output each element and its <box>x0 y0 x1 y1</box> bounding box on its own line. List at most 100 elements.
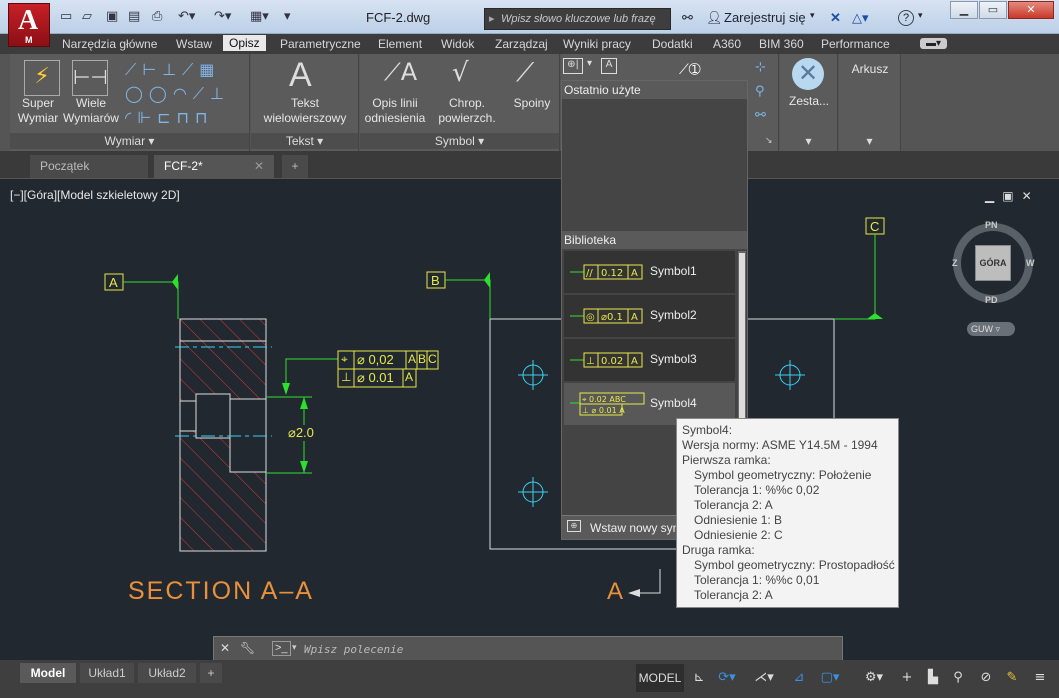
ui-lock-icon[interactable]: ▙ <box>922 664 944 692</box>
close-cmdline-icon[interactable]: ✕ <box>220 641 230 655</box>
polar-icon[interactable]: ⋌▾ <box>748 664 780 692</box>
help-dropdown-icon[interactable]: ▾ <box>918 10 923 21</box>
snap-icon[interactable]: ⟳▾ <box>712 664 742 692</box>
tab-element[interactable]: Element <box>378 37 422 51</box>
sheet-dropdown-icon[interactable]: ▾ <box>839 133 900 149</box>
customize-qat-icon[interactable]: ▾ <box>284 9 291 24</box>
gallery-item-symbol2[interactable]: ◎ ⌀0.1 A Symbol2 <box>564 295 735 337</box>
exchange-apps-icon[interactable]: ✕ <box>830 10 841 26</box>
isolate-icon[interactable]: ⚲ <box>946 664 970 692</box>
viewcube-east[interactable]: W <box>1026 258 1035 268</box>
model-space-button[interactable]: MODEL <box>636 664 684 692</box>
tab-model[interactable]: Model <box>20 663 76 683</box>
sheet-button[interactable]: Arkusz <box>841 62 899 77</box>
panel-title-wymiar[interactable]: Wymiar ▾ <box>10 133 249 149</box>
dimension-tools-row1-icon[interactable]: ⟋⊢⊥⟋▦ <box>125 60 220 80</box>
customize-cmdline-icon[interactable]: 🔧︎ <box>240 641 255 655</box>
surface-roughness-button[interactable]: Chrop. powierzch. <box>432 96 502 126</box>
tab-zarzadzaj[interactable]: Zarządzaj <box>495 37 548 51</box>
panel-title-symbol[interactable]: Symbol ▾ <box>360 133 559 149</box>
fcf-gallery-dropdown-icon[interactable]: ▾ <box>587 58 592 69</box>
expand-icon[interactable]: ▸ <box>489 12 495 25</box>
tab-opisz[interactable]: Opisz <box>223 35 266 51</box>
save-as-icon[interactable]: ▤ <box>128 9 140 24</box>
new-tab-button[interactable]: + <box>282 155 308 178</box>
binoculars-icon[interactable]: ⚯ <box>682 10 693 26</box>
dimension-tools-row2-icon[interactable]: ◯◯◠⟋⊥ <box>125 84 230 104</box>
cmd-prompt-icon[interactable]: >_ <box>272 641 291 656</box>
plot-icon[interactable]: ⎙ <box>152 9 162 24</box>
a360-icon[interactable]: △▾ <box>852 10 869 26</box>
balloon-icon[interactable]: ⟋➀ <box>679 62 701 78</box>
grid-icon[interactable]: ⊾ <box>688 664 710 692</box>
command-input[interactable] <box>304 641 824 657</box>
customize-status-icon[interactable]: ≡ <box>1028 664 1052 692</box>
signin-link[interactable]: Zarejestruj się <box>724 10 806 25</box>
plus-icon[interactable]: + <box>896 664 918 692</box>
tab-bim360[interactable]: BIM 360 <box>759 37 804 51</box>
tab-performance[interactable]: Performance <box>821 37 890 51</box>
tab-dodatki[interactable]: Dodatki <box>652 37 693 51</box>
fcf-gallery-icon[interactable]: ⊕| <box>563 58 583 74</box>
open-file-icon[interactable]: ▱ <box>82 9 92 24</box>
osnap-icon[interactable]: ⊿ <box>788 664 810 692</box>
multi-dimension-button[interactable]: Wiele Wymiarów <box>62 96 120 126</box>
settings-gear-icon[interactable]: ⚙▾ <box>856 664 892 692</box>
text-style-icon[interactable]: A <box>601 58 617 74</box>
user-icon[interactable]: 👤︎ <box>706 10 723 26</box>
viewcube-south[interactable]: PD <box>985 295 998 305</box>
close-button[interactable]: ✕ <box>1008 1 1054 19</box>
maximize-button[interactable]: ▭ <box>979 1 1007 19</box>
otrack-icon[interactable]: ▢▾ <box>812 664 848 692</box>
tab-widok[interactable]: Widok <box>441 37 474 51</box>
multiline-text-button[interactable]: Tekst wielowierszowy <box>255 96 355 126</box>
viewcube-west[interactable]: Z <box>952 258 958 268</box>
tab-layout1[interactable]: Układ1 <box>80 663 134 683</box>
svg-text:⌀0.1: ⌀0.1 <box>601 312 623 323</box>
viewcube-top-face[interactable]: GÓRA <box>975 245 1011 281</box>
application-menu-button[interactable]: A M <box>8 3 50 47</box>
gallery-item-symbol3[interactable]: ⊥ 0.02 A Symbol3 <box>564 339 735 381</box>
gallery-item-symbol1[interactable]: // 0.12 A Symbol1 <box>564 251 735 293</box>
search-input[interactable] <box>501 11 667 27</box>
tab-layout2[interactable]: Układ2 <box>138 663 196 683</box>
recent-commands-icon[interactable]: ▾ <box>292 642 297 653</box>
save-icon[interactable]: ▣ <box>106 9 118 24</box>
wcs-menu[interactable]: GUW ▿ <box>967 322 1015 336</box>
panel-launcher-icon[interactable]: ↘ <box>765 136 773 146</box>
super-dimension-button[interactable]: Super Wymiar <box>12 96 64 126</box>
datum-b-leader <box>445 279 491 319</box>
close-tab-icon[interactable]: ✕ <box>254 155 264 177</box>
tab-start[interactable]: Początek <box>30 155 148 178</box>
new-file-icon[interactable]: ▭ <box>60 9 72 24</box>
set-button[interactable]: Zesta... <box>782 94 836 109</box>
tool-row2-icon[interactable]: ⚲ <box>755 84 765 99</box>
leader-button[interactable]: Opis linii odniesienia <box>362 96 428 126</box>
redo-icon[interactable]: ↷▾ <box>214 9 231 24</box>
tab-wyniki-pracy[interactable]: Wyniki pracy <box>563 37 631 51</box>
add-layout-button[interactable]: + <box>200 663 222 683</box>
ribbon-toggle-icon[interactable]: ▬▾ <box>920 38 948 49</box>
tab-a360[interactable]: A360 <box>713 37 741 51</box>
tool-row1-icon[interactable]: ⊹ <box>755 60 766 75</box>
tab-wstaw[interactable]: Wstaw <box>176 37 212 51</box>
help-button[interactable]: ? <box>898 10 914 26</box>
scrollbar-thumb[interactable] <box>739 253 745 423</box>
workspace-icon[interactable]: ▦▾ <box>250 9 269 24</box>
tab-fcf2[interactable]: FCF-2* ✕ <box>154 155 274 178</box>
tab-parametryczne[interactable]: Parametryczne <box>280 37 361 51</box>
drawing-area[interactable]: [−][Góra][Model szkieletowy 2D] ▁▣✕ A B … <box>0 178 1059 662</box>
panel-title-tekst[interactable]: Tekst ▾ <box>251 133 358 149</box>
dimension-tools-row3-icon[interactable]: ◜⊩⊏⊓⊓ <box>125 108 214 127</box>
viewcube-north[interactable]: PN <box>985 220 998 230</box>
signin-dropdown-icon[interactable]: ▾ <box>810 10 815 21</box>
weld-button[interactable]: Spoiny <box>506 96 558 111</box>
tool-row3-icon[interactable]: ⚯ <box>755 108 766 123</box>
tab-narzedzia-glowne[interactable]: Narzędzia główne <box>62 37 157 51</box>
set-dropdown-icon[interactable]: ▾ <box>780 133 837 149</box>
tooltip-frame1-symbol: Symbol geometryczny: Położenie <box>694 468 872 482</box>
minimize-button[interactable]: ▁ <box>950 1 978 19</box>
clean-screen-icon[interactable]: ⊘ <box>974 664 998 692</box>
undo-icon[interactable]: ↶▾ <box>178 9 195 24</box>
hardware-accel-icon[interactable]: ✎ <box>1000 664 1024 692</box>
